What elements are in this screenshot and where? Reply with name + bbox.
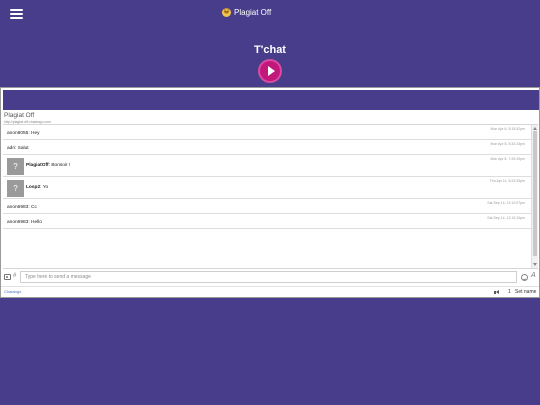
message-input[interactable] [20, 271, 517, 283]
chat-footer: Chatango 1 Set name [1, 286, 539, 297]
message-timestamp: Sat Sep 14, 12:10:10pm [487, 216, 525, 220]
message-text: anon8055: Hey [7, 131, 40, 136]
chat-header-band [3, 90, 539, 110]
brand-emoji-icon: 😀 [222, 8, 231, 17]
message-timestamp: Thu Apr 11, 5:24:33pm [489, 179, 525, 183]
brand-title: Plagiat Off [234, 8, 272, 17]
font-style-icon[interactable]: A [531, 272, 536, 279]
message-list: anon8055: Hey Mon Apr 8, 5:15:52pm adri:… [3, 125, 531, 268]
chatango-link[interactable]: Chatango [4, 289, 21, 294]
message-text: adri: Salut [7, 146, 29, 151]
message-timestamp: Sat Sep 14, 12:10:07pm [487, 201, 525, 205]
message-area: anon8055: Hey Mon Apr 8, 5:15:52pm adri:… [3, 124, 538, 269]
set-name-button[interactable]: Set name [515, 289, 536, 295]
message-timestamp: Mon Apr 8, 7:20:43pm [490, 157, 525, 161]
page-title: T'chat [254, 44, 286, 56]
message-input-row: # A [1, 270, 539, 284]
message-text: Losp2: Yo [26, 185, 49, 190]
chat-widget: Plagiat Off http://plagiat-off.chatango.… [0, 87, 540, 298]
top-bar: 😀 Plagiat Off [0, 0, 540, 28]
speaker-icon[interactable] [494, 290, 501, 296]
message-row: ? Losp2: Yo Thu Apr 11, 5:24:33pm [3, 177, 531, 199]
message-text: anon6983: Cc [7, 205, 37, 210]
image-upload-icon[interactable] [4, 274, 11, 280]
scroll-up-arrow-icon[interactable] [533, 127, 537, 130]
message-timestamp: Mon Apr 8, 5:15:52pm [490, 127, 525, 131]
emoji-icon[interactable] [521, 274, 528, 281]
message-scrollbar[interactable] [531, 125, 538, 268]
message-row: adri: Salut Mon Apr 8, 5:32:24pm [3, 140, 531, 155]
brand[interactable]: 😀 Plagiat Off [222, 8, 271, 17]
room-title: Plagiat Off [4, 112, 35, 119]
user-count[interactable]: 1 [508, 289, 511, 295]
message-timestamp: Mon Apr 8, 5:32:24pm [490, 142, 525, 146]
message-row: anon6983: Cc Sat Sep 14, 12:10:07pm [3, 199, 531, 214]
hamburger-menu-icon[interactable] [10, 9, 23, 19]
message-row: anon6983: Hello Sat Sep 14, 12:10:10pm [3, 214, 531, 229]
avatar[interactable]: ? [7, 180, 24, 197]
message-text: anon6983: Hello [7, 220, 42, 225]
message-row: anon8055: Hey Mon Apr 8, 5:15:52pm [3, 125, 531, 140]
scroll-down-arrow-icon[interactable] [533, 263, 537, 266]
avatar[interactable]: ? [7, 158, 24, 175]
hashtag-icon[interactable]: # [13, 273, 16, 279]
message-row: ? PlagiatOff: Bonsoir ! Mon Apr 8, 7:20:… [3, 155, 531, 177]
play-button[interactable] [260, 61, 280, 81]
message-text: PlagiatOff: Bonsoir ! [26, 163, 71, 168]
scroll-thumb[interactable] [533, 131, 537, 256]
